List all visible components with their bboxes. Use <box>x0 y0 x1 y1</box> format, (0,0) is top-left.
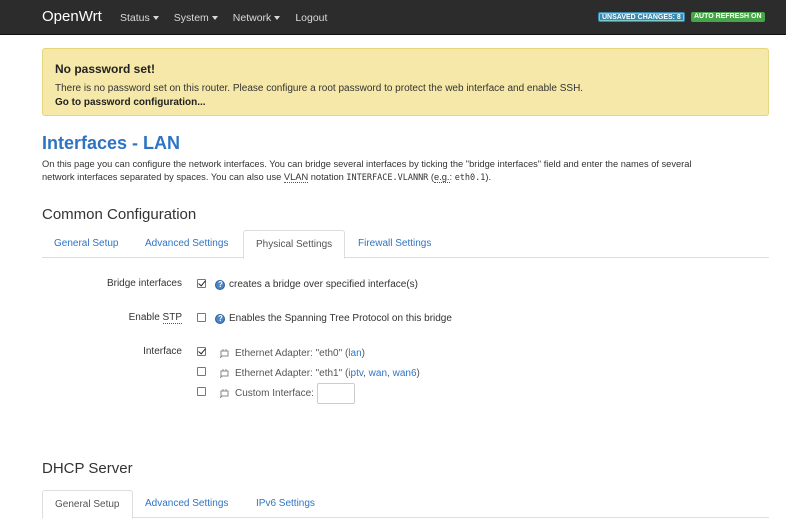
stp-help-text: Enables the Spanning Tree Protocol on th… <box>229 313 452 324</box>
menu-network[interactable]: Network <box>233 12 281 24</box>
help-icon <box>215 314 225 324</box>
desc-text-e: ). <box>485 172 492 182</box>
eth0-prefix: Ethernet Adapter: "eth0" ( <box>235 348 349 359</box>
menu-logout[interactable]: Logout <box>295 12 327 24</box>
common-config-tabs: General Setup Advanced Settings Physical… <box>42 230 769 259</box>
menu-system[interactable]: System <box>174 12 218 24</box>
tab-firewall-settings[interactable]: Firewall Settings <box>346 230 443 258</box>
tab-dhcp-advanced-settings[interactable]: Advanced Settings <box>133 490 240 518</box>
enable-stp-checkbox[interactable] <box>197 313 206 322</box>
eth0-suffix: ) <box>361 348 365 359</box>
alert-title: No password set! <box>55 62 156 76</box>
eth1-prefix: Ethernet Adapter: "eth1" ( <box>235 368 349 379</box>
ethernet-port-icon <box>220 349 229 358</box>
interface-eth0-text: Ethernet Adapter: "eth0" (lan) <box>235 348 365 359</box>
custom-interface-checkbox[interactable] <box>197 387 206 396</box>
tab-general-setup[interactable]: General Setup <box>42 230 131 258</box>
common-config-title: Common Configuration <box>42 206 197 223</box>
tab-dhcp-ipv6-settings[interactable]: IPv6 Settings <box>244 490 327 518</box>
vlan-abbr: VLAN <box>283 172 309 183</box>
tab-physical-settings[interactable]: Physical Settings <box>243 230 346 259</box>
eth1-suffix: ) <box>416 368 420 379</box>
interface-eth1-text: Ethernet Adapter: "eth1" (iptv, wan, wan… <box>235 368 420 379</box>
tab-dhcp-general-setup[interactable]: General Setup <box>42 490 133 519</box>
page-title: Interfaces - LAN <box>42 133 181 153</box>
page-description: On this page you can configure the netwo… <box>42 158 762 185</box>
chevron-down-icon <box>274 16 281 20</box>
top-navbar: OpenWrt Status System Network Logout UNS… <box>0 0 786 35</box>
dhcp-tabs: General Setup Advanced Settings IPv6 Set… <box>42 490 769 519</box>
enable-stp-label: Enable STP <box>42 312 182 324</box>
dhcp-server-title: DHCP Server <box>42 460 133 477</box>
tab-advanced-settings[interactable]: Advanced Settings <box>133 230 240 258</box>
chevron-down-icon <box>211 16 218 20</box>
bridge-interfaces-checkbox[interactable] <box>197 279 206 288</box>
menu-status-label: Status <box>120 12 150 24</box>
unsaved-changes-badge[interactable]: UNSAVED CHANGES: 8 <box>598 12 685 22</box>
network-link-wan[interactable]: wan <box>369 368 387 379</box>
no-password-alert: No password set! There is no password se… <box>42 48 769 116</box>
desc-line-1: On this page you can configure the netwo… <box>42 159 692 169</box>
chevron-down-icon <box>152 16 159 20</box>
auto-refresh-badge[interactable]: AUTO REFRESH ON <box>691 12 765 22</box>
ethernet-port-icon <box>220 369 229 378</box>
desc-text-b: notation <box>308 172 347 182</box>
stp-abbr: STP <box>162 312 182 324</box>
desc-code-interface: INTERFACE.VLANNR <box>346 173 429 183</box>
help-icon <box>215 280 225 290</box>
ethernet-port-icon <box>220 389 229 398</box>
main-menu: Status System Network Logout <box>120 12 342 24</box>
custom-interface-input[interactable] <box>317 383 355 404</box>
network-link-iptv[interactable]: iptv <box>348 368 363 379</box>
network-link-lan[interactable]: lan <box>348 348 361 359</box>
network-link-wan6[interactable]: wan6 <box>393 368 417 379</box>
eg-abbr: e.g. <box>434 172 450 183</box>
bridge-interfaces-label: Bridge interfaces <box>106 278 182 289</box>
bridge-help-text: creates a bridge over specified interfac… <box>229 279 418 290</box>
password-config-link[interactable]: Go to password configuration... <box>55 97 206 108</box>
desc-code-eth: eth0.1 <box>454 173 486 183</box>
enable-stp-prefix: Enable <box>128 312 163 323</box>
interface-eth1-checkbox[interactable] <box>197 367 206 376</box>
custom-interface-label: Custom Interface: <box>235 388 314 399</box>
desc-text-a: network interfaces separated by spaces. … <box>42 172 284 182</box>
alert-text: There is no password set on this router.… <box>55 83 584 94</box>
menu-status[interactable]: Status <box>120 12 159 24</box>
brand-logo[interactable]: OpenWrt <box>42 8 102 25</box>
interface-label: Interface <box>143 346 182 357</box>
menu-network-label: Network <box>232 12 272 24</box>
interface-eth0-checkbox[interactable] <box>197 347 206 356</box>
menu-system-label: System <box>173 12 209 24</box>
